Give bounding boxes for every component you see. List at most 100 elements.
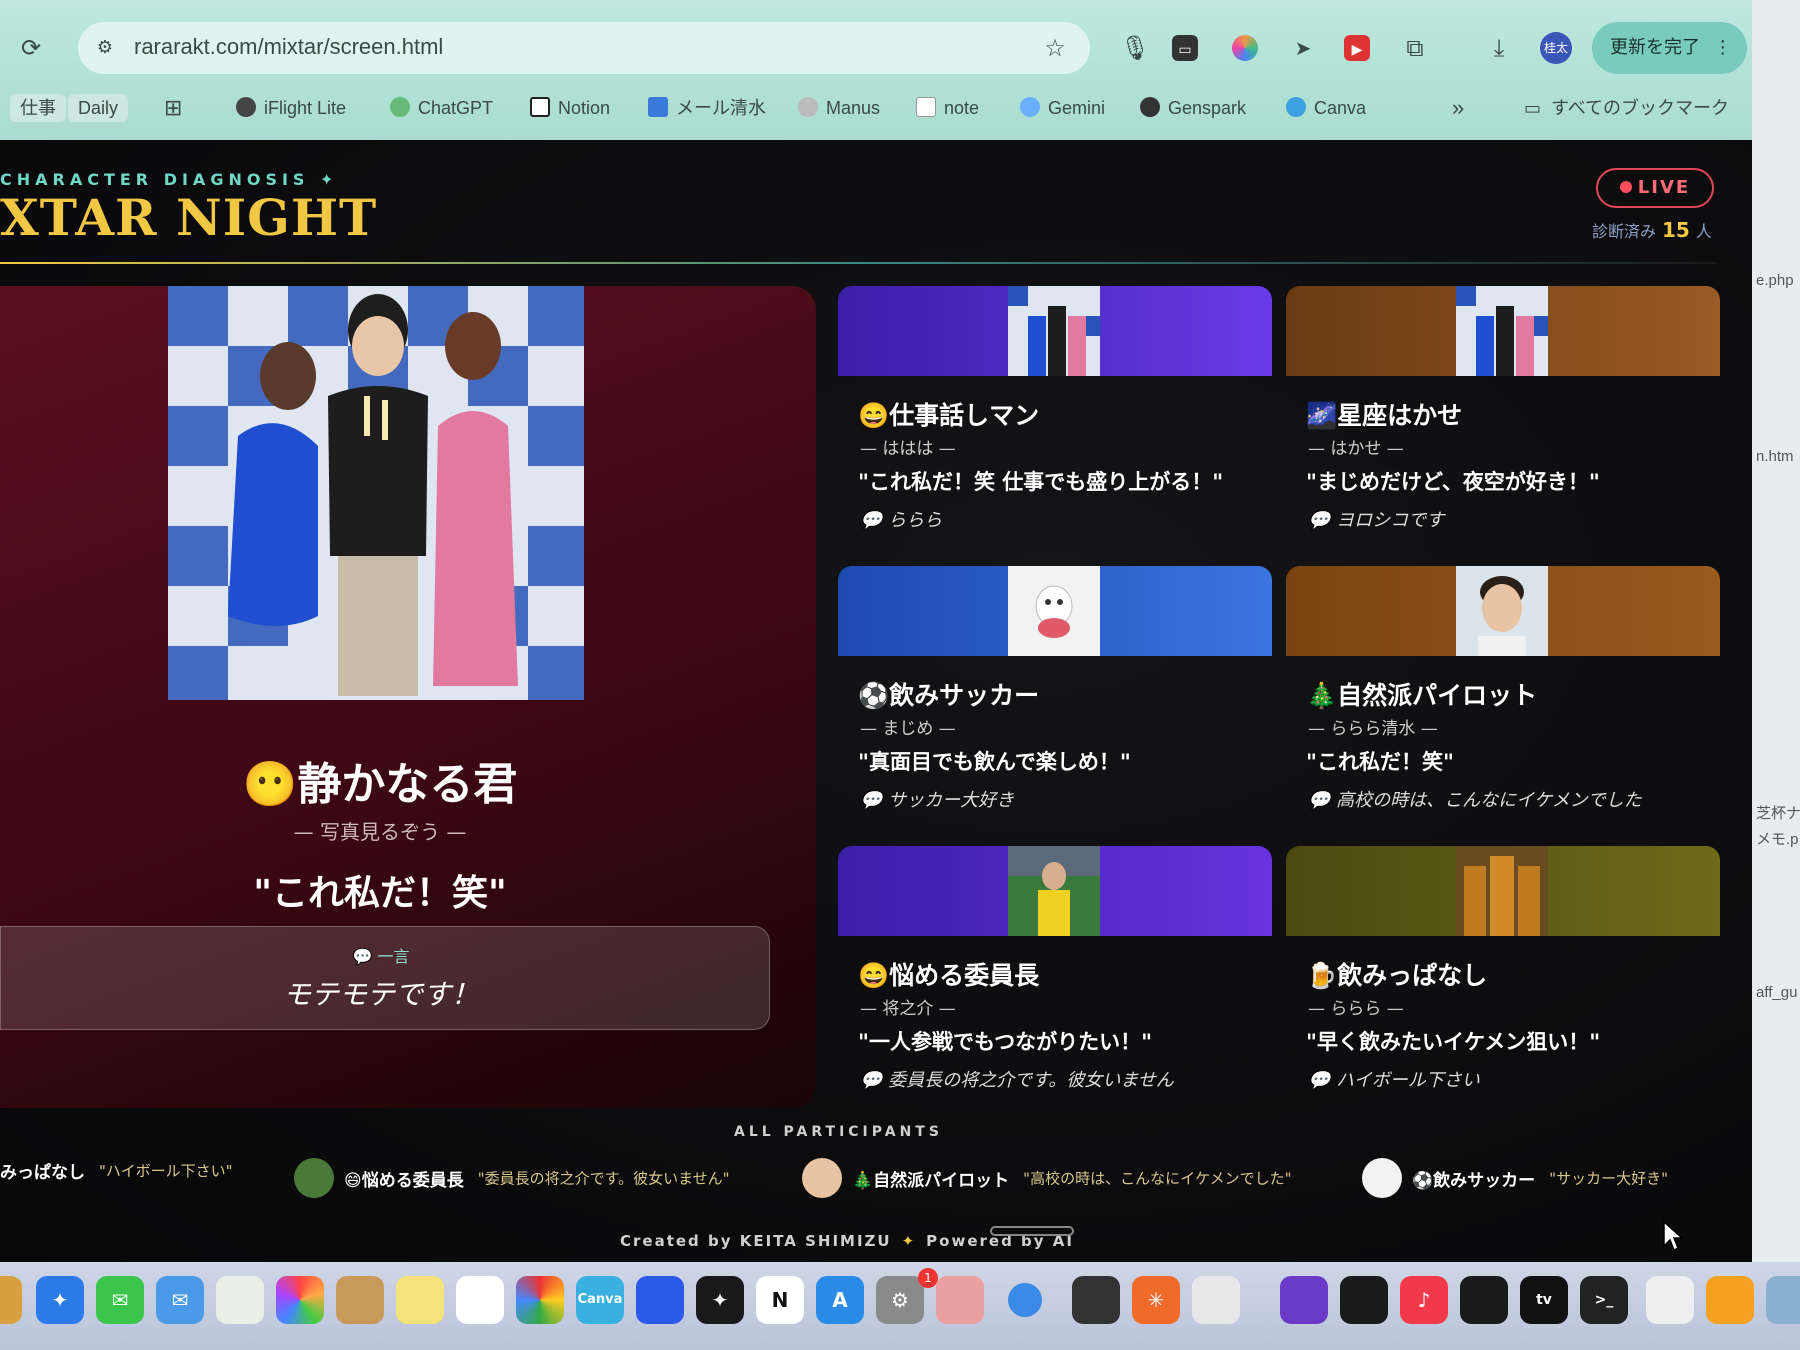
github-icon[interactable] [1280, 1276, 1328, 1324]
all-bookmarks[interactable]: ▭ すべてのブックマーク [1524, 94, 1729, 122]
bookmark-manus[interactable]: Manus [798, 94, 880, 122]
character-card[interactable]: 🎄自然派パイロット — ららら清水 — "これ私だ！笑" 💬 高校の時は、こんな… [1286, 566, 1720, 820]
mouse-app-icon[interactable] [636, 1276, 684, 1324]
music-icon[interactable]: ♪ [1400, 1276, 1448, 1324]
count-suffix: 人 [1695, 222, 1712, 241]
character-card[interactable]: 🌌星座はかせ — はかせ — "まじめだけど、夜空が好き！" 💬 ヨロシコです [1286, 286, 1720, 540]
notion-icon [530, 97, 550, 117]
bookmark-daily[interactable]: Daily [68, 94, 129, 122]
card-photo [1008, 286, 1100, 376]
cast-icon[interactable]: ▭ [1172, 35, 1198, 61]
background-window: e.php n.htm 芝杯ナ メモ.p aff_gu [1752, 0, 1800, 1262]
extensions-icon[interactable]: ⧉ [1400, 33, 1430, 63]
video-icon[interactable]: ▶ [1344, 35, 1370, 61]
character-card[interactable]: 😄仕事話しマン — ははは — "これ私だ！笑 仕事でも盛り上がる！" 💬 らら… [838, 286, 1272, 540]
dock-app-icon[interactable] [0, 1276, 22, 1324]
participant-item[interactable]: 🎄自然派パイロット "高校の時は、こんなにイケメンでした" [802, 1158, 1292, 1202]
bookmark-notion[interactable]: Notion [530, 94, 610, 122]
profile-avatar[interactable]: 桂太 [1540, 32, 1572, 64]
messages-icon[interactable]: ✉ [96, 1276, 144, 1324]
more-bookmarks-button[interactable]: » [1452, 94, 1464, 122]
side-file-label: aff_gu [1756, 984, 1798, 1001]
manus-icon[interactable] [1192, 1276, 1240, 1324]
featured-comment-box: 💬 一言 モテモテです！ [0, 926, 770, 1030]
card-name: 😄仕事話しマン [858, 401, 1040, 430]
card-comment: 💬 ヨロシコです [1308, 510, 1445, 531]
participant-avatar [802, 1158, 842, 1198]
participant-item[interactable]: みっぱなし "ハイボール下さい" [0, 1158, 233, 1202]
notes-icon[interactable] [396, 1276, 444, 1324]
system-settings-icon[interactable]: ⚙ [876, 1276, 924, 1324]
brand-title: XTAR NIGHT [0, 188, 378, 247]
bookmark-shigoto[interactable]: 仕事 [10, 94, 66, 122]
download-icon[interactable]: ⤓ [1484, 33, 1514, 63]
iphone-mirror-icon[interactable] [936, 1276, 984, 1324]
pages-icon[interactable] [1706, 1276, 1754, 1324]
capcut-icon[interactable]: ✦ [696, 1276, 744, 1324]
notification-badge: 1 [918, 1268, 938, 1288]
podcast-app-icon[interactable] [1460, 1276, 1508, 1324]
claude-icon[interactable]: ✳ [1132, 1276, 1180, 1324]
textedit-icon[interactable] [1646, 1276, 1694, 1324]
card-photo [1008, 846, 1100, 936]
character-card[interactable]: 😄悩める委員長 — 将之介 — "一人参戦でもつながりたい！" 💬 委員長の将之… [838, 846, 1272, 1100]
bookmarks-bar: 仕事 Daily ⊞ iFlight Lite ChatGPT Notion メ… [0, 86, 1760, 128]
mic-icon[interactable]: 🎙 [1120, 33, 1150, 63]
card-subtitle: — 将之介 — [860, 999, 956, 1019]
terminal-icon[interactable]: >_ [1580, 1276, 1628, 1324]
featured-name-text: 静かなる君 [297, 759, 518, 810]
bookmark-note[interactable]: note [916, 94, 979, 122]
bookmark-genspark[interactable]: Genspark [1140, 94, 1246, 122]
apps-grid-icon[interactable]: ⊞ [164, 94, 182, 122]
mail-icon[interactable]: ✉ [156, 1276, 204, 1324]
scroll-indicator[interactable] [990, 1226, 1074, 1236]
app-store-icon[interactable]: A [816, 1276, 864, 1324]
bookmark-gemini[interactable]: Gemini [1020, 94, 1105, 122]
bookmark-label: Gemini [1048, 98, 1106, 118]
card-quote: "これ私だ！笑" [1306, 750, 1454, 774]
gemini-icon [1020, 97, 1040, 117]
live-dot-icon [1619, 181, 1632, 193]
apple-tv-icon[interactable]: tv [1520, 1276, 1568, 1324]
contacts-icon[interactable] [336, 1276, 384, 1324]
chrome-icon[interactable] [516, 1276, 564, 1324]
bookmark-chatgpt[interactable]: ChatGPT [390, 94, 493, 122]
canva-icon[interactable]: Canva [576, 1276, 624, 1324]
freeform-icon[interactable] [456, 1276, 504, 1324]
character-card[interactable]: ⚽飲みサッカー — まじめ — "真面目でも飲んで楽しめ！" 💬 サッカー大好き [838, 566, 1272, 820]
address-bar[interactable]: ⚙ rararakt.com/mixtar/screen.html ☆ [78, 22, 1090, 74]
colorwheel-icon[interactable] [1232, 35, 1258, 61]
bookmark-label: Canva [1314, 98, 1367, 118]
cube-app-icon[interactable] [1072, 1276, 1120, 1324]
participant-item[interactable]: 😄悩める委員長 "委員長の将之介です。彼女いません" [294, 1158, 730, 1202]
dock-app-icon[interactable] [1008, 1283, 1042, 1317]
bookmark-mail[interactable]: メール清水 [648, 94, 766, 122]
card-comment: 💬 ハイボール下さい [1308, 1070, 1480, 1091]
comment-label: 💬 一言 [352, 947, 410, 966]
bookmark-canva[interactable]: Canva [1286, 94, 1366, 122]
photos-icon[interactable] [276, 1276, 324, 1324]
featured-name: 😶静かなる君 [0, 748, 760, 812]
maps-icon[interactable] [216, 1276, 264, 1324]
count-prefix: 診断済み [1592, 222, 1657, 241]
reload-icon[interactable]: ⟳ [16, 33, 46, 63]
safari-icon[interactable]: ✦ [36, 1276, 84, 1324]
update-button-label: 更新を完了 [1610, 37, 1700, 58]
star-icon[interactable]: ☆ [1040, 33, 1070, 63]
site-info-icon[interactable]: ⚙ [90, 33, 120, 63]
update-button[interactable]: 更新を完了 ⋮ [1592, 22, 1747, 74]
send-icon[interactable]: ➤ [1288, 33, 1318, 63]
participant-comment: "高校の時は、こんなにイケメンでした" [1023, 1169, 1292, 1188]
bookmark-iflight[interactable]: iFlight Lite [236, 94, 346, 122]
screen: { "browser": { "url": "rararakt.com/mixt… [0, 0, 1800, 1350]
card-comment: 💬 サッカー大好き [860, 790, 1015, 811]
card-subtitle: — ららら — [1308, 999, 1404, 1019]
character-card[interactable]: 🍺飲みっぱなし — ららら — "早く飲みたいイケメン狙い！" 💬 ハイボール下… [1286, 846, 1720, 1100]
participant-avatar [294, 1158, 334, 1198]
side-file-label: 芝杯ナ [1756, 805, 1800, 822]
genspark-icon [1140, 97, 1160, 117]
notion-icon[interactable]: N [756, 1276, 804, 1324]
participant-item[interactable]: ⚽飲みサッカー "サッカー大好き" [1362, 1158, 1668, 1202]
dock-app-icon[interactable] [1766, 1276, 1800, 1324]
activity-monitor-icon[interactable] [1340, 1276, 1388, 1324]
